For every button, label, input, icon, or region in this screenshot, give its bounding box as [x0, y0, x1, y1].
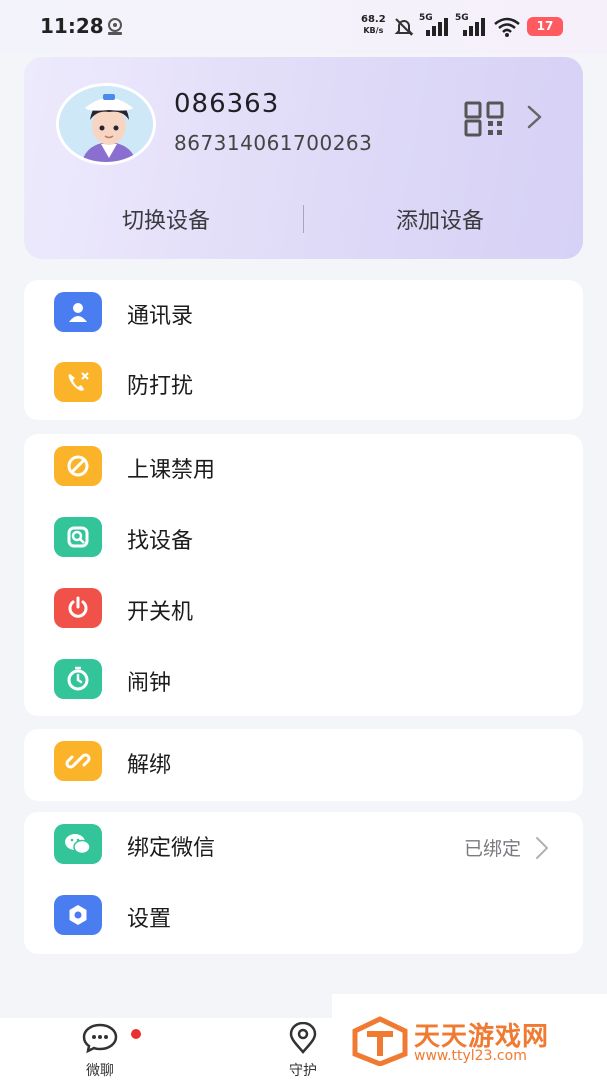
alarm-icon	[54, 659, 102, 699]
menu-group-device-controls: 上课禁用 找设备 开关机 闹钟	[24, 434, 583, 716]
menu-label: 通讯录	[127, 304, 194, 329]
wifi-icon	[494, 17, 520, 37]
menu-label: 闹钟	[127, 671, 172, 696]
unread-badge	[131, 1029, 141, 1039]
device-actions: 切换设备 添加设备	[24, 197, 583, 237]
menu-label: 开关机	[127, 600, 194, 625]
divider	[303, 205, 304, 233]
menu-label: 解绑	[127, 753, 172, 778]
tab-chat[interactable]: 微聊	[60, 1022, 140, 1080]
network-speed: 68.2 KB/s	[361, 14, 386, 35]
watermark-url: www.ttyl23.com	[414, 1048, 527, 1064]
switch-device-button[interactable]: 切换设备	[66, 203, 266, 235]
menu-item-unbind[interactable]: 解绑	[24, 729, 583, 800]
menu-item-contacts[interactable]: 通讯录	[24, 280, 583, 350]
signal-1-icon	[426, 18, 448, 36]
add-device-button[interactable]: 添加设备	[340, 203, 540, 235]
avatar[interactable]	[56, 83, 156, 165]
contacts-icon	[54, 292, 102, 332]
find-device-icon	[54, 517, 102, 557]
menu-label: 设置	[127, 907, 172, 932]
menu-label: 找设备	[127, 529, 194, 554]
menu-item-settings[interactable]: 设置	[24, 883, 583, 954]
menu-item-class-disable[interactable]: 上课禁用	[24, 434, 583, 505]
watermark: 天天游戏网 www.ttyl23.com	[332, 994, 607, 1080]
status-time: 11:28	[40, 14, 104, 38]
chevron-right-icon[interactable]	[526, 104, 544, 130]
menu-label: 绑定微信	[127, 836, 216, 861]
wechat-icon	[54, 824, 102, 864]
chat-icon	[82, 1023, 118, 1054]
watermark-logo-icon	[352, 1016, 408, 1066]
menu-group-contacts: 通讯录 防打扰	[24, 280, 583, 420]
menu-item-bind-wechat[interactable]: 绑定微信 已绑定	[24, 812, 583, 883]
menu-group-unbind: 解绑	[24, 729, 583, 801]
qr-code-icon[interactable]	[464, 101, 506, 137]
tab-guard[interactable]: 守护	[263, 1021, 343, 1080]
tab-label: 微聊	[86, 1063, 114, 1079]
chevron-right-icon	[536, 837, 548, 859]
profile-card: 086363 867314061700263 切换设备 添加设备	[24, 57, 583, 259]
class-disable-icon	[54, 446, 102, 486]
settings-icon	[54, 895, 102, 935]
menu-item-power[interactable]: 开关机	[24, 576, 583, 647]
unbind-icon	[54, 741, 102, 781]
location-pin-icon	[289, 1021, 317, 1054]
tab-label: 守护	[289, 1063, 317, 1079]
app-notification-icon	[108, 18, 122, 35]
do-not-disturb-icon	[54, 362, 102, 402]
menu-group-account: 绑定微信 已绑定 设置	[24, 812, 583, 954]
power-icon	[54, 588, 102, 628]
status-bar: 11:28 68.2 KB/s 5G 5G 17	[0, 0, 607, 54]
device-name: 086363	[174, 89, 280, 119]
mute-bell-icon	[394, 18, 414, 36]
battery-indicator: 17	[527, 17, 563, 36]
wechat-bind-status: 已绑定	[463, 838, 521, 860]
device-id: 867314061700263	[174, 131, 373, 155]
menu-label: 上课禁用	[127, 458, 216, 483]
menu-label: 防打扰	[127, 374, 194, 399]
menu-item-find-device[interactable]: 找设备	[24, 505, 583, 576]
menu-item-alarm[interactable]: 闹钟	[24, 647, 583, 718]
menu-item-do-not-disturb[interactable]: 防打扰	[24, 350, 583, 420]
signal-2-icon	[463, 18, 485, 36]
